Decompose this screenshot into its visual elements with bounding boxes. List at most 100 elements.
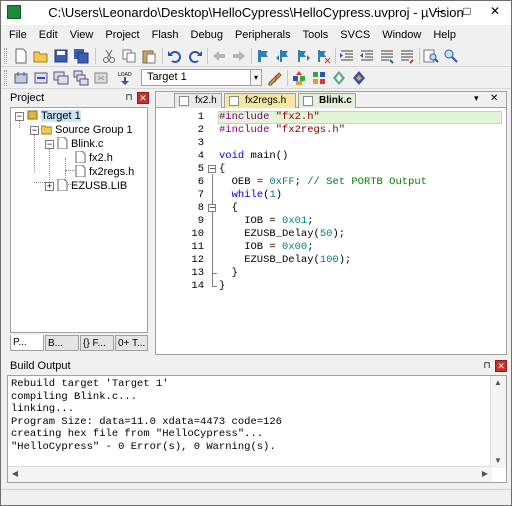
pin-icon[interactable]: ⊓: [481, 360, 493, 372]
translate-icon[interactable]: [13, 70, 29, 86]
undo-icon[interactable]: [167, 48, 183, 64]
scroll-up-icon[interactable]: ▲: [491, 376, 505, 390]
code-line[interactable]: {: [219, 202, 238, 215]
build-output-text[interactable]: ▲ ▼ ◀ ▶ Rebuild target 'Target 1' compili…: [7, 375, 507, 483]
minimize-button[interactable]: ─: [425, 1, 453, 21]
manage-components-icon[interactable]: [291, 70, 307, 86]
collapse-group-toggle[interactable]: −: [30, 126, 39, 135]
uncomment-icon[interactable]: [399, 48, 415, 64]
library-file-icon: [57, 179, 68, 191]
code-line[interactable]: EZUSB_Delay(100);: [219, 254, 351, 267]
code-line[interactable]: OEB = 0xFF; // Set PORTB Output: [219, 176, 427, 189]
line-number: 13: [191, 267, 204, 279]
navigate-back-icon[interactable]: [211, 48, 227, 64]
tab-books[interactable]: B...: [45, 335, 79, 351]
scroll-left-icon[interactable]: ◀: [8, 467, 22, 481]
code-line[interactable]: }: [219, 267, 238, 280]
tree-item-blink-c[interactable]: Blink.c: [57, 137, 103, 151]
tab-fx2-h[interactable]: fx2.h: [174, 93, 222, 108]
target-select[interactable]: Target 1: [141, 69, 251, 86]
rebuild-icon[interactable]: [53, 70, 69, 86]
tab-list-icon[interactable]: ▾: [474, 93, 479, 104]
code-line[interactable]: IOB = 0x00;: [219, 241, 313, 254]
tab-functions[interactable]: {} F...: [80, 335, 114, 351]
tab-blink-c[interactable]: Blink.c: [298, 93, 356, 108]
close-window-button[interactable]: ✕: [481, 1, 509, 21]
menu-help[interactable]: Help: [427, 26, 462, 44]
maximize-button[interactable]: □: [453, 1, 481, 21]
code-line[interactable]: }: [219, 280, 225, 293]
save-icon[interactable]: [53, 48, 69, 64]
close-panel-icon[interactable]: ✕: [137, 92, 149, 104]
toolbar-grip[interactable]: [4, 70, 7, 86]
tree-item-lib-label: EZUSB.LIB: [71, 180, 128, 192]
comment-icon[interactable]: [379, 48, 395, 64]
stop-build-icon[interactable]: [93, 70, 109, 86]
tree-item-ezusb-lib[interactable]: EZUSB.LIB: [57, 179, 127, 193]
menu-debug[interactable]: Debug: [185, 26, 229, 44]
code-line[interactable]: #include "fx2.h": [219, 111, 320, 124]
indent-icon[interactable]: [339, 48, 355, 64]
fold-toggle[interactable]: −: [208, 165, 216, 173]
select-software-packs-icon[interactable]: [351, 70, 367, 86]
horizontal-scrollbar[interactable]: ◀ ▶: [8, 466, 492, 482]
navigate-forward-icon[interactable]: [231, 48, 247, 64]
menu-edit[interactable]: Edit: [33, 26, 64, 44]
scroll-down-icon[interactable]: ▼: [491, 454, 505, 468]
pin-icon[interactable]: ⊓: [123, 92, 135, 104]
code-line[interactable]: void main(): [219, 150, 288, 163]
toolbar-separator: [335, 48, 336, 64]
menu-file[interactable]: File: [3, 26, 33, 44]
menu-peripherals[interactable]: Peripherals: [229, 26, 297, 44]
menu-tools[interactable]: Tools: [297, 26, 335, 44]
code-line[interactable]: #include "fx2regs.h": [219, 124, 345, 137]
menu-project[interactable]: Project: [99, 26, 145, 44]
paste-icon[interactable]: [141, 48, 157, 64]
find-in-files-icon[interactable]: [423, 48, 439, 64]
open-folder-icon[interactable]: [33, 48, 49, 64]
code-line[interactable]: EZUSB_Delay(50);: [219, 228, 345, 241]
tree-item-source-group[interactable]: Source Group 1: [41, 123, 133, 137]
tree-item-fx2regs-h[interactable]: fx2regs.h: [75, 165, 134, 179]
save-all-icon[interactable]: [73, 48, 89, 64]
collapse-blink-toggle[interactable]: −: [45, 140, 54, 149]
tab-templates[interactable]: 0+ T...: [115, 335, 148, 351]
pack-installer-icon[interactable]: [331, 70, 347, 86]
code-line[interactable]: IOB = 0x01;: [219, 215, 313, 228]
bookmark-next-icon[interactable]: [295, 48, 311, 64]
menu-flash[interactable]: Flash: [146, 26, 185, 44]
copy-icon[interactable]: [121, 48, 137, 64]
menu-svcs[interactable]: SVCS: [334, 26, 376, 44]
bookmark-prev-icon[interactable]: [275, 48, 291, 64]
bookmark-clear-icon[interactable]: [315, 48, 331, 64]
tree-item-target[interactable]: Target 1: [27, 109, 81, 123]
tree-item-fx2-h[interactable]: fx2.h: [75, 151, 113, 165]
code-line[interactable]: {: [219, 163, 225, 176]
menu-view[interactable]: View: [64, 26, 100, 44]
tab-project[interactable]: P...: [10, 335, 44, 351]
close-panel-icon[interactable]: ✕: [495, 360, 507, 372]
bookmark-toggle-icon[interactable]: [255, 48, 271, 64]
unindent-icon[interactable]: [359, 48, 375, 64]
vertical-scrollbar[interactable]: ▲ ▼: [490, 376, 506, 468]
fold-toggle[interactable]: −: [208, 204, 216, 212]
code-line[interactable]: while(1): [219, 189, 282, 202]
menu-window[interactable]: Window: [376, 26, 427, 44]
close-tab-icon[interactable]: ✕: [490, 93, 498, 104]
new-file-icon[interactable]: [13, 48, 29, 64]
target-options-icon[interactable]: [267, 70, 283, 86]
target-dropdown-arrow[interactable]: ▾: [250, 69, 262, 86]
cut-icon[interactable]: [101, 48, 117, 64]
download-icon[interactable]: LOAD: [117, 70, 133, 86]
batch-build-icon[interactable]: [73, 70, 89, 86]
redo-icon[interactable]: [187, 48, 203, 64]
find-icon[interactable]: [443, 48, 459, 64]
build-icon[interactable]: [33, 70, 49, 86]
toolbar-grip[interactable]: [4, 48, 7, 64]
scroll-right-icon[interactable]: ▶: [478, 467, 492, 481]
tab-fx2regs-h[interactable]: fx2regs.h: [224, 93, 296, 108]
code-token: void: [219, 150, 251, 162]
file-extensions-icon[interactable]: [311, 70, 327, 86]
expand-lib-toggle[interactable]: +: [45, 182, 54, 191]
collapse-target-toggle[interactable]: −: [15, 112, 24, 121]
